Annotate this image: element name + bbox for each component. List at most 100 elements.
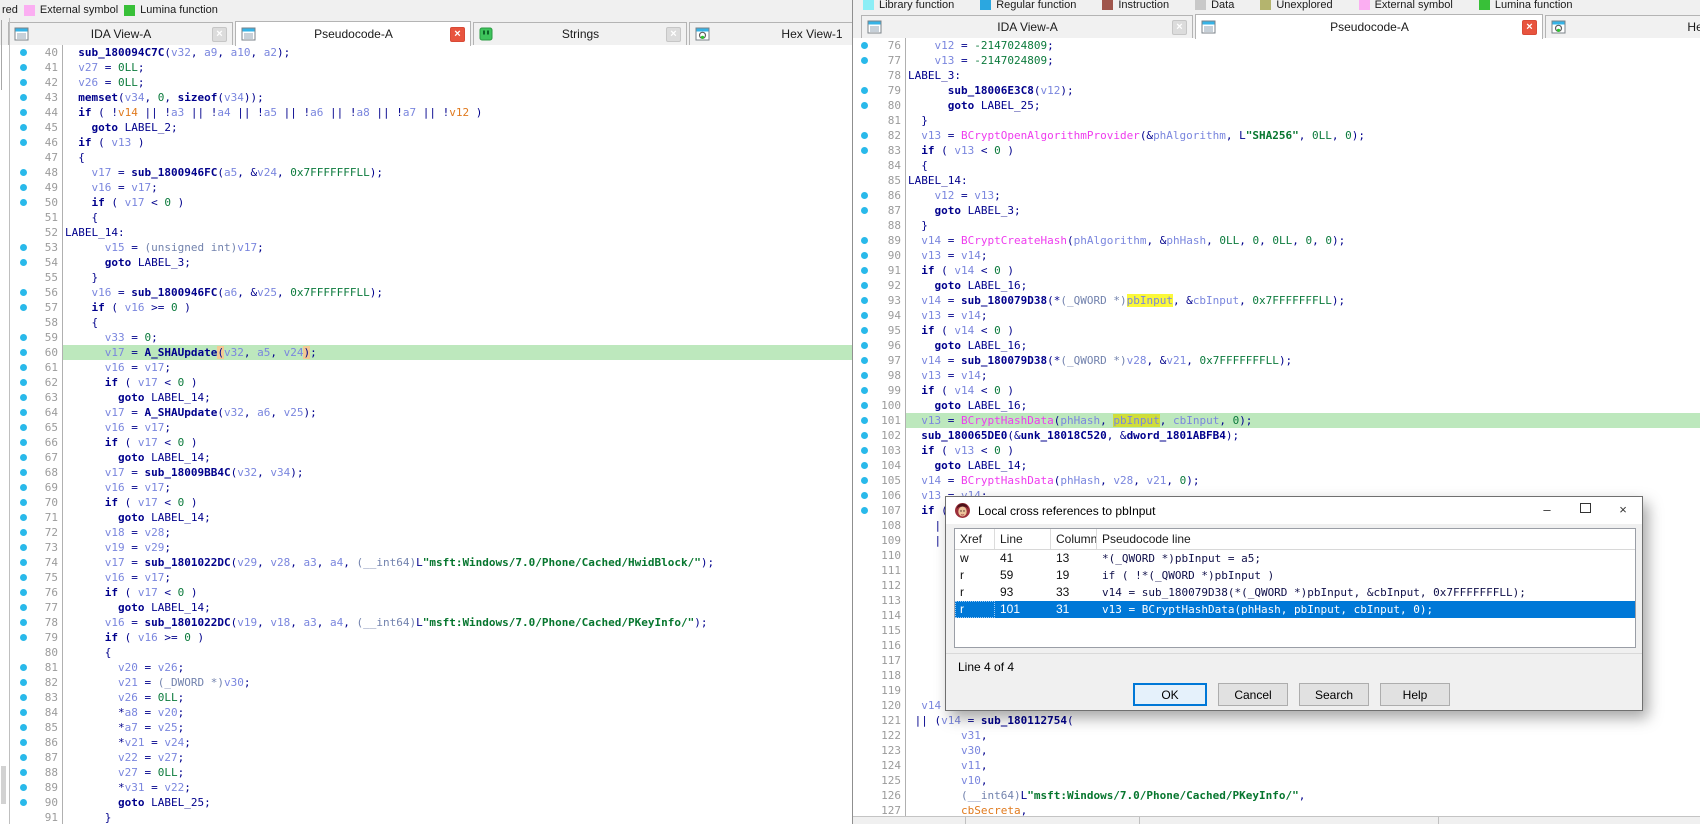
code-line-71[interactable]: 71 goto LABEL_14; [0,510,852,525]
close-icon[interactable]: × [666,27,681,42]
help-button[interactable]: Help [1380,683,1450,706]
code-line-84[interactable]: 84 *a8 = v20; [0,705,852,720]
code-line-105[interactable]: 105 v14 = BCryptHashData(phHash, v28, v2… [853,473,1700,488]
code-line-99[interactable]: 99 if ( v14 < 0 ) [853,383,1700,398]
code-line-80[interactable]: 80 goto LABEL_25; [853,98,1700,113]
breakpoint-dot[interactable] [859,458,873,473]
breakpoint-dot[interactable] [859,308,873,323]
breakpoint-dot[interactable] [18,360,32,375]
breakpoint-dot[interactable] [859,413,873,428]
code-line-96[interactable]: 96 goto LABEL_16; [853,338,1700,353]
code-line-90[interactable]: 90 v13 = v14; [853,248,1700,263]
breakpoint-dot[interactable] [859,398,873,413]
code-line-77[interactable]: 77 v13 = -2147024809; [853,53,1700,68]
breakpoint-dot[interactable] [18,165,32,180]
breakpoint-dot[interactable] [18,405,32,420]
breakpoint-dot[interactable] [859,143,873,158]
code-line-78[interactable]: 78LABEL_3: [853,68,1700,83]
code-line-81[interactable]: 81 } [853,113,1700,128]
breakpoint-dot[interactable] [18,240,32,255]
tab-hex-view-1[interactable]: Hex View-1 [689,22,852,45]
tab-strings[interactable]: Strings× [473,22,687,45]
code-line-56[interactable]: 56 v16 = sub_1800946FC(a6, &v25, 0x7FFFF… [0,285,852,300]
cancel-button[interactable]: Cancel [1218,683,1288,706]
breakpoint-dot[interactable] [18,495,32,510]
breakpoint-dot[interactable] [859,473,873,488]
maximize-button[interactable] [1566,497,1604,524]
tab-hex-view-1[interactable]: Hex View-1 [1545,15,1700,38]
breakpoint-dot[interactable] [18,135,32,150]
code-line-83[interactable]: 83 if ( v13 < 0 ) [853,143,1700,158]
code-line-88[interactable]: 88 } [853,218,1700,233]
code-line-76[interactable]: 76 v12 = -2147024809; [853,38,1700,53]
code-line-47[interactable]: 47 { [0,150,852,165]
code-line-121[interactable]: 121 || (v14 = sub_180112754( [853,713,1700,728]
breakpoint-dot[interactable] [18,300,32,315]
code-line-83[interactable]: 83 v26 = 0LL; [0,690,852,705]
code-line-60[interactable]: 60 v17 = A_SHAUpdate(v32, a5, v24); [0,345,852,360]
code-line-44[interactable]: 44 if ( !v14 || !a3 || !a4 || !a5 || !a6… [0,105,852,120]
code-line-68[interactable]: 68 v17 = sub_18009BB4C(v32, v34); [0,465,852,480]
breakpoint-dot[interactable] [18,105,32,120]
code-line-49[interactable]: 49 v16 = v17; [0,180,852,195]
column-header-line[interactable]: Line [995,529,1051,549]
breakpoint-dot[interactable] [18,195,32,210]
breakpoint-dot[interactable] [18,345,32,360]
breakpoint-dot[interactable] [859,383,873,398]
code-line-40[interactable]: 40 sub_180094C7C(v32, a9, a10, a2); [0,45,852,60]
breakpoint-dot[interactable] [18,60,32,75]
code-line-98[interactable]: 98 v13 = v14; [853,368,1700,383]
breakpoint-dot[interactable] [18,285,32,300]
breakpoint-dot[interactable] [18,180,32,195]
breakpoint-dot[interactable] [859,83,873,98]
breakpoint-dot[interactable] [859,353,873,368]
code-line-82[interactable]: 82 v13 = BCryptOpenAlgorithmProvider(&ph… [853,128,1700,143]
xref-row[interactable]: w4113*(_QWORD *)pbInput = a5; [955,550,1635,567]
code-line-54[interactable]: 54 goto LABEL_3; [0,255,852,270]
breakpoint-dot[interactable] [859,128,873,143]
code-line-53[interactable]: 53 v15 = (unsigned int)v17; [0,240,852,255]
code-line-76[interactable]: 76 if ( v17 < 0 ) [0,585,852,600]
breakpoint-dot[interactable] [859,443,873,458]
breakpoint-dot[interactable] [859,488,873,503]
breakpoint-dot[interactable] [18,555,32,570]
breakpoint-dot[interactable] [18,75,32,90]
breakpoint-dot[interactable] [18,510,32,525]
code-line-81[interactable]: 81 v20 = v26; [0,660,852,675]
breakpoint-dot[interactable] [859,263,873,278]
code-line-91[interactable]: 91 } [0,810,852,824]
breakpoint-dot[interactable] [859,293,873,308]
breakpoint-dot[interactable] [18,675,32,690]
xref-row[interactable]: r10131v13 = BCryptHashData(phHash, pbInp… [955,601,1635,618]
breakpoint-dot[interactable] [859,278,873,293]
code-line-100[interactable]: 100 goto LABEL_16; [853,398,1700,413]
column-header-xref[interactable]: Xref [955,529,995,549]
breakpoint-dot[interactable] [18,480,32,495]
breakpoint-dot[interactable] [859,368,873,383]
minimize-button[interactable]: – [1528,497,1566,524]
code-line-87[interactable]: 87 v22 = v27; [0,750,852,765]
breakpoint-dot[interactable] [859,428,873,443]
code-line-73[interactable]: 73 v19 = v29; [0,540,852,555]
code-line-101[interactable]: 101 v13 = BCryptHashData(phHash, pbInput… [853,413,1700,428]
tab-pseudocode-a[interactable]: Pseudocode-A× [235,21,471,46]
code-line-123[interactable]: 123 v30, [853,743,1700,758]
code-line-52[interactable]: 52LABEL_14: [0,225,852,240]
code-line-89[interactable]: 89 v14 = BCryptCreateHash(phAlgorithm, &… [853,233,1700,248]
breakpoint-dot[interactable] [18,45,32,60]
code-line-94[interactable]: 94 v13 = v14; [853,308,1700,323]
code-line-126[interactable]: 126 (__int64)L"msft:Windows/7.0/Phone/Ca… [853,788,1700,803]
code-line-43[interactable]: 43 memset(v34, 0, sizeof(v34)); [0,90,852,105]
breakpoint-dot[interactable] [859,323,873,338]
breakpoint-dot[interactable] [859,98,873,113]
code-line-46[interactable]: 46 if ( v13 ) [0,135,852,150]
code-line-69[interactable]: 69 v16 = v17; [0,480,852,495]
code-line-74[interactable]: 74 v17 = sub_1801022DC(v29, v28, a3, a4,… [0,555,852,570]
breakpoint-dot[interactable] [18,585,32,600]
breakpoint-dot[interactable] [18,525,32,540]
code-line-127[interactable]: 127 cbSecreta, [853,803,1700,817]
breakpoint-dot[interactable] [18,570,32,585]
breakpoint-dot[interactable] [18,600,32,615]
breakpoint-dot[interactable] [859,38,873,53]
code-line-55[interactable]: 55 } [0,270,852,285]
